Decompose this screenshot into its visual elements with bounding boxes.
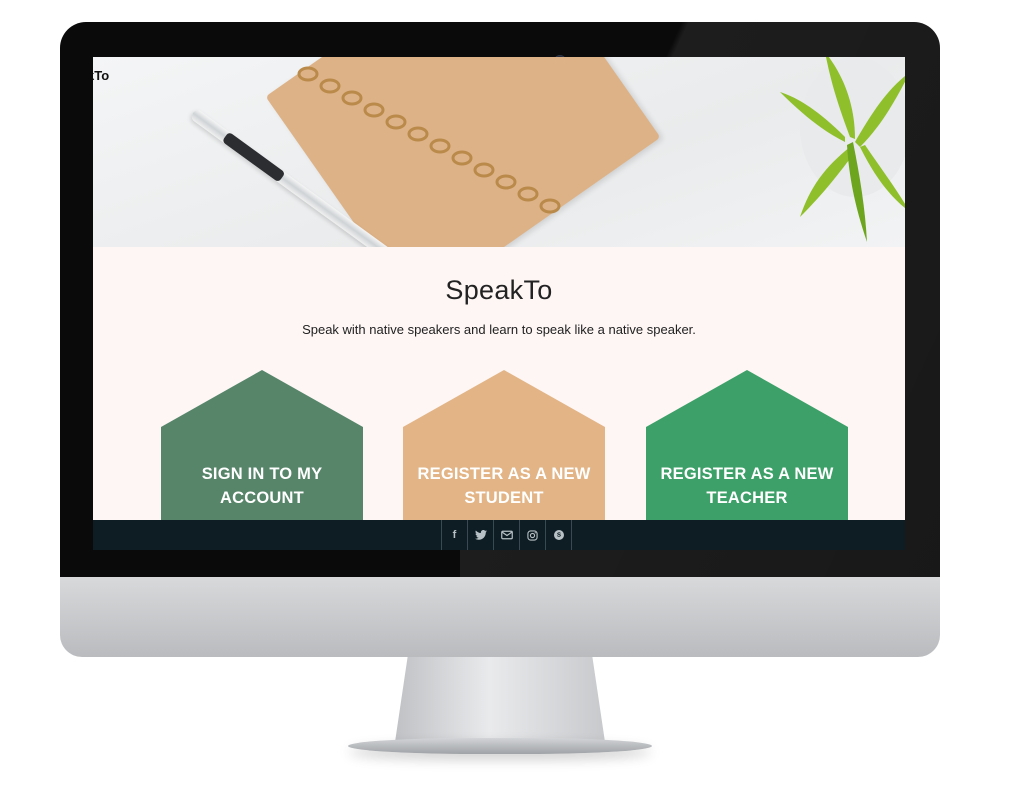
twitter-icon[interactable] [468,520,494,550]
register-teacher-button[interactable]: REGISTER AS A NEW TEACHER [646,370,848,520]
social-links: f [441,520,572,550]
skype-icon[interactable] [546,520,572,550]
monitor-stand-base [348,738,652,754]
register-teacher-button-label: REGISTER AS A NEW TEACHER [660,465,834,507]
tagline: Speak with native speakers and learn to … [302,322,696,337]
sign-in-button[interactable]: SIGN IN TO MY ACCOUNT [161,370,363,520]
hero-image: kTo [93,57,905,247]
notebook-rings [297,66,561,214]
footer: f [93,520,905,550]
plant-image [780,57,905,242]
sign-in-button-label: SIGN IN TO MY ACCOUNT [201,465,323,507]
facebook-icon[interactable]: f [442,520,468,550]
monitor-stand [395,657,605,742]
monitor-chin [60,577,940,657]
envelope-icon[interactable] [494,520,520,550]
brand-logo[interactable]: kTo [93,68,109,83]
page-title: SpeakTo [445,275,553,305]
instagram-icon[interactable] [520,520,546,550]
stage: kTo SpeakTo Speak with native speakers a… [0,0,1010,785]
register-student-button[interactable]: REGISTER AS A NEW STUDENT [403,370,605,520]
main-content: SpeakTo Speak with native speakers and l… [93,247,905,337]
screen: kTo SpeakTo Speak with native speakers a… [93,57,905,550]
register-student-button-label: REGISTER AS A NEW STUDENT [417,465,591,507]
